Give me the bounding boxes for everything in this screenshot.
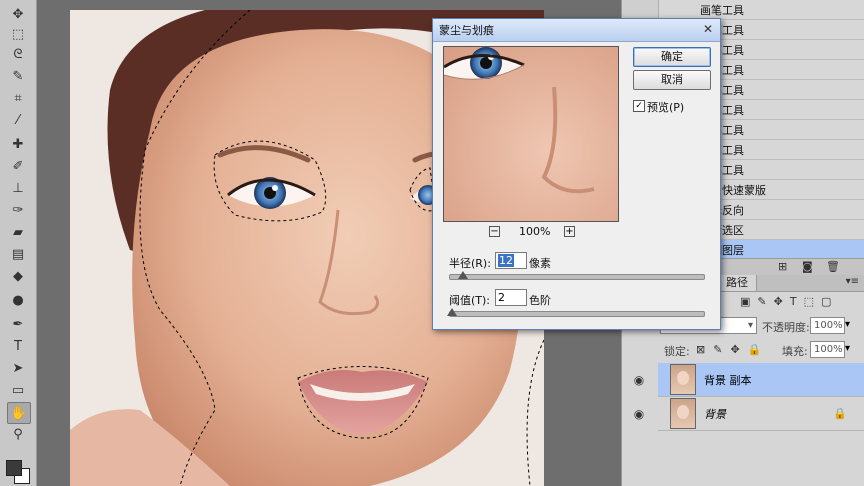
tools-panel: ✥ ⬚ ᘓ ✎ ⌗ ⁄ ✚ ✐ ⊥ ✑ ▰ ▤ ◆ ● ✒ T ➤ ▭ ✋ ⚲: [0, 0, 37, 486]
radius-slider-handle[interactable]: [458, 271, 468, 279]
image-icon[interactable]: ▣: [740, 295, 757, 308]
dialog-titlebar[interactable]: 蒙尘与划痕 ✕: [433, 19, 720, 42]
dodge-icon[interactable]: ●: [7, 290, 29, 310]
brush-icon[interactable]: ✐: [7, 156, 29, 176]
hand-icon[interactable]: ✋: [7, 402, 31, 424]
ok-button[interactable]: 确定: [633, 47, 711, 67]
type-icon[interactable]: T: [7, 336, 29, 356]
move-icon[interactable]: ✥: [7, 4, 29, 24]
marquee-icon[interactable]: ⬚: [7, 24, 29, 44]
transform-icon[interactable]: ✥: [774, 295, 790, 308]
preview-label: 预览(P): [647, 101, 685, 114]
healing-icon[interactable]: ✚: [7, 134, 29, 154]
opacity-value: 100%: [814, 320, 843, 331]
lock-transparent-icon[interactable]: ⊠: [696, 343, 713, 356]
lock-move-icon[interactable]: ✥: [730, 343, 747, 356]
opacity-label: 不透明度:: [762, 321, 810, 334]
lock-icon: 🔒: [833, 407, 847, 420]
lock-paint-icon[interactable]: ✎: [713, 343, 730, 356]
brush-small-icon[interactable]: ✎: [757, 295, 773, 308]
layer-thumbnail: [670, 398, 696, 429]
crop-icon[interactable]: ⌗: [7, 88, 29, 108]
radius-label: 半径(R):: [449, 257, 491, 270]
preview-image: [444, 47, 618, 221]
radius-unit: 像素: [529, 257, 551, 270]
dust-scratches-dialog: 蒙尘与划痕 ✕ − 100% + 确定 取消 ✓ 预览(P) 半径(R): 12…: [432, 18, 721, 330]
layer-name: 背景 副本: [704, 373, 752, 387]
foreground-color-swatch[interactable]: [6, 460, 22, 476]
radius-slider[interactable]: [449, 274, 705, 280]
history-brush-icon[interactable]: ✑: [7, 200, 29, 220]
lock-icons: ⊠✎✥🔒: [696, 343, 769, 356]
dialog-title: 蒙尘与划痕: [439, 24, 494, 37]
tab-paths-label: 路径: [726, 276, 748, 289]
threshold-slider[interactable]: [449, 311, 705, 317]
blur-icon[interactable]: ◆: [7, 266, 29, 286]
panel-menu-icon[interactable]: ▾≡: [846, 276, 859, 287]
type-small-icon[interactable]: T: [790, 295, 804, 308]
eye-icon[interactable]: ◉: [630, 407, 648, 421]
zoom-level: 100%: [519, 225, 551, 238]
zoom-out-icon[interactable]: −: [489, 226, 500, 237]
chevron-down-icon: ▾: [747, 320, 753, 331]
layer-row-background[interactable]: ◉ 背景 🔒: [634, 397, 864, 431]
opacity-dropdown-icon[interactable]: ▾: [845, 319, 850, 330]
shape-small-icon[interactable]: ⬚: [804, 295, 821, 308]
history-item-label: 画笔工具: [700, 3, 744, 17]
quick-select-icon[interactable]: ✎: [7, 66, 29, 86]
lock-label: 锁定:: [664, 345, 690, 358]
eraser-icon[interactable]: ▰: [7, 222, 29, 242]
path-tools-row: ▣✎✥T⬚▢: [740, 295, 838, 308]
threshold-label: 阈值(T):: [449, 294, 491, 307]
threshold-unit: 色阶: [529, 294, 551, 307]
lasso-icon[interactable]: ᘓ: [7, 44, 29, 64]
new-snapshot-icon[interactable]: ⊞: [778, 260, 787, 273]
trash-icon[interactable]: 🗑: [826, 260, 840, 273]
threshold-slider-handle[interactable]: [447, 308, 457, 316]
fill-field[interactable]: 100%: [810, 341, 845, 358]
radius-input[interactable]: 12: [495, 252, 527, 269]
threshold-input[interactable]: 2: [495, 289, 527, 306]
fill-value: 100%: [814, 344, 843, 355]
fill-label: 填充:: [782, 345, 808, 358]
eye-icon[interactable]: ◉: [630, 373, 648, 387]
filter-preview[interactable]: [443, 46, 619, 222]
smart-icon[interactable]: ▢: [821, 295, 838, 308]
fill-dropdown-icon[interactable]: ▾: [845, 343, 850, 354]
preview-checkbox[interactable]: ✓: [633, 100, 645, 112]
tab-paths[interactable]: 路径: [717, 275, 757, 291]
gradient-icon[interactable]: ▤: [7, 244, 29, 264]
lock-all-icon[interactable]: 🔒: [748, 343, 770, 356]
stamp-icon[interactable]: ⊥: [7, 178, 29, 198]
zoom-icon[interactable]: ⚲: [7, 424, 29, 444]
pen-icon[interactable]: ✒: [7, 314, 29, 334]
camera-icon[interactable]: ◙: [802, 260, 813, 273]
shape-icon[interactable]: ▭: [7, 380, 29, 400]
layer-thumbnail: [670, 364, 696, 395]
zoom-in-icon[interactable]: +: [564, 226, 575, 237]
close-icon[interactable]: ✕: [700, 22, 716, 37]
layer-name: 背景: [704, 407, 726, 421]
history-item[interactable]: 画笔工具: [658, 0, 864, 20]
opacity-field[interactable]: 100%: [810, 317, 845, 334]
path-select-icon[interactable]: ➤: [7, 358, 29, 378]
cancel-button[interactable]: 取消: [633, 70, 711, 90]
eyedropper-icon[interactable]: ⁄: [7, 110, 29, 130]
layer-row-background-copy[interactable]: ◉ 背景 副本: [634, 363, 864, 397]
